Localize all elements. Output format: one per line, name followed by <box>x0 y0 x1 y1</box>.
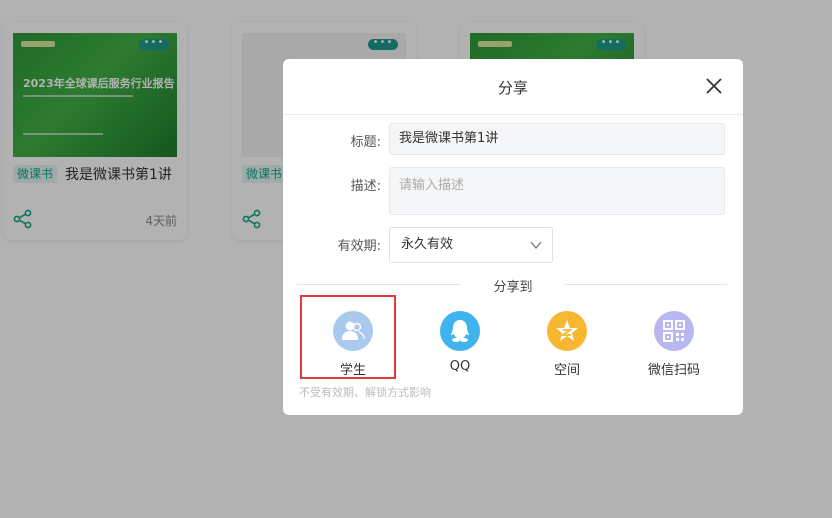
title-input[interactable]: 我是微课书第1讲 <box>389 123 725 155</box>
share-to-heading: 分享到 <box>493 280 533 295</box>
share-target-label: 空间 <box>553 363 580 378</box>
description-input[interactable] <box>389 167 725 215</box>
qrcode-icon <box>654 311 694 351</box>
expiry-select-value: 永久有效 <box>401 237 454 252</box>
share-target-label: QQ <box>449 359 471 374</box>
share-target-qq[interactable]: QQ <box>415 311 505 381</box>
qzone-icon <box>547 311 587 351</box>
dialog-header-divider <box>283 114 743 115</box>
share-hint-text: 不受有效期、解锁方式影响 <box>299 386 431 399</box>
qq-icon <box>440 311 480 351</box>
chevron-down-icon <box>530 241 542 250</box>
share-dialog: 分享 标题: 我是微课书第1讲 描述: 有效期: 永久有效 分享到 学生 <box>283 59 743 415</box>
share-target-label: 微信扫码 <box>647 363 700 378</box>
share-target-wechat-qrcode[interactable]: 微信扫码 <box>629 311 719 381</box>
share-target-qzone[interactable]: 空间 <box>522 311 612 381</box>
expiry-label: 有效期: <box>337 239 381 254</box>
expiry-select[interactable]: 永久有效 <box>389 227 553 263</box>
dialog-title: 分享 <box>497 79 528 97</box>
share-divider-right <box>565 284 727 285</box>
description-label: 描述: <box>350 179 381 194</box>
close-icon[interactable] <box>703 75 725 97</box>
title-label: 标题: <box>350 135 381 150</box>
selection-highlight-box <box>300 295 396 379</box>
